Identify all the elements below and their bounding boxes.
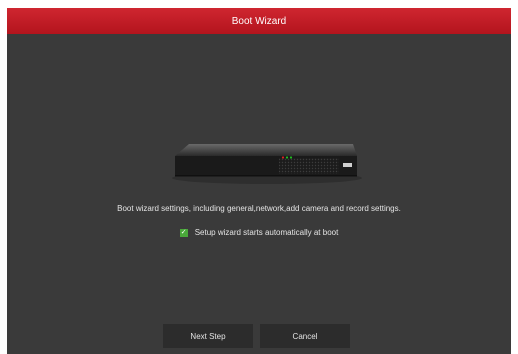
nvr-device-icon [172, 144, 362, 184]
next-step-button[interactable]: Next Step [163, 324, 253, 348]
cancel-button[interactable]: Cancel [260, 324, 350, 348]
window-title: Boot Wizard [231, 15, 287, 27]
autostart-label: Setup wizard starts automatically at boo… [194, 228, 339, 237]
title-bar: Boot Wizard [7, 8, 511, 34]
wizard-description: Boot wizard settings, including general,… [117, 204, 401, 213]
autostart-option[interactable]: ✓ Setup wizard starts automatically at b… [7, 228, 511, 237]
boot-wizard-dialog: Boot Wizard Boot wizard settings, includ… [7, 8, 511, 354]
autostart-checkbox[interactable]: ✓ [179, 228, 188, 237]
